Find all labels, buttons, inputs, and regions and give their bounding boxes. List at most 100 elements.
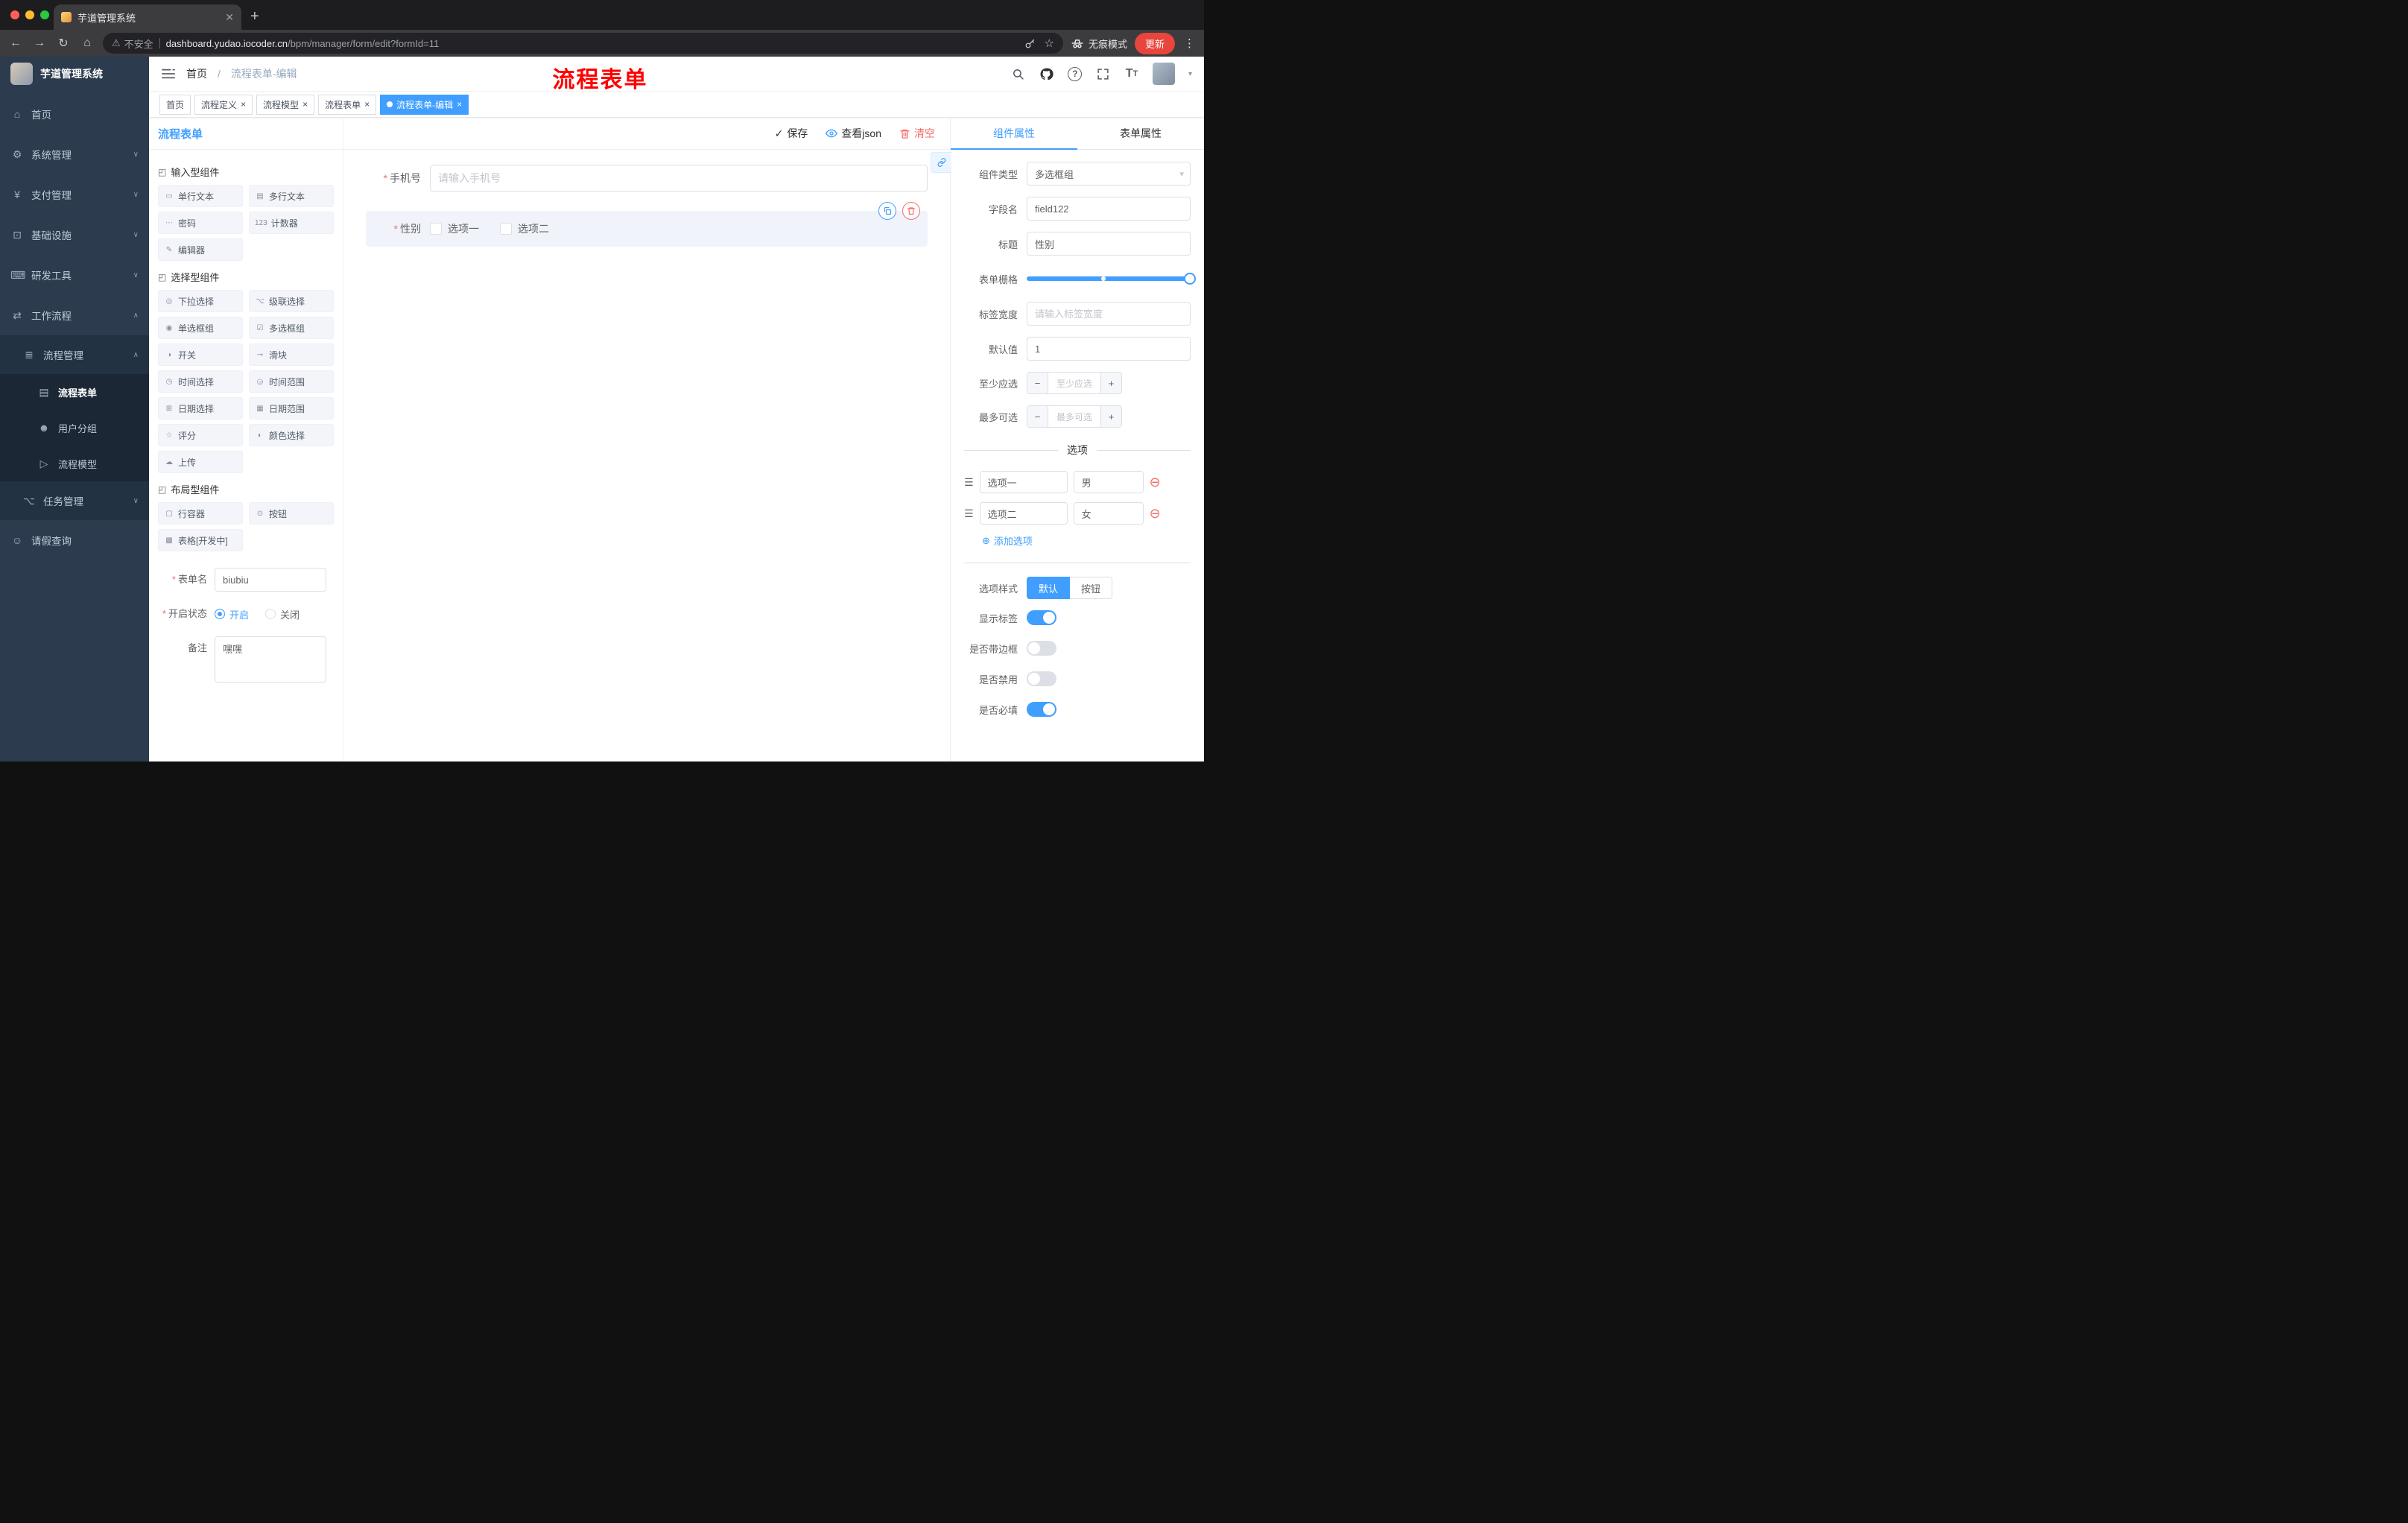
sidebar-logo[interactable]: 芋道管理系统 bbox=[0, 57, 149, 91]
component-chip[interactable]: ⋯ 密码 bbox=[158, 212, 243, 234]
forward-icon[interactable]: → bbox=[31, 37, 48, 50]
option-style-button[interactable]: 按钮 bbox=[1070, 577, 1113, 599]
update-button[interactable]: 更新 bbox=[1134, 32, 1175, 54]
password-key-icon[interactable] bbox=[1024, 38, 1036, 49]
tag[interactable]: 流程模型 × bbox=[256, 94, 315, 115]
checkbox-option[interactable]: 选项二 bbox=[500, 221, 549, 236]
remove-option-icon[interactable]: ⊖ bbox=[1150, 475, 1161, 489]
decrease-button[interactable]: − bbox=[1027, 406, 1048, 427]
form-remark-textarea[interactable]: 嘿嘿 bbox=[215, 636, 326, 683]
component-chip[interactable]: ◐ 颜色选择 bbox=[249, 424, 334, 446]
decrease-button[interactable]: − bbox=[1027, 373, 1048, 393]
tab-component-props[interactable]: 组件属性 bbox=[951, 118, 1077, 150]
sidebar-item[interactable]: ≣ 流程管理 ∧ bbox=[0, 335, 149, 374]
clear-button[interactable]: 清空 bbox=[899, 126, 935, 141]
option-value-input[interactable] bbox=[1073, 502, 1144, 525]
component-chip[interactable]: ◎ 下拉选择 bbox=[158, 290, 243, 312]
toggle-switch[interactable] bbox=[1027, 610, 1056, 625]
sidebar-item[interactable]: ▤ 流程表单 bbox=[0, 374, 149, 410]
component-chip[interactable]: ⊞ 日期选择 bbox=[158, 397, 243, 419]
label-width-input[interactable] bbox=[1027, 302, 1191, 326]
browser-menu-icon[interactable]: ⋮ bbox=[1182, 37, 1197, 50]
option-label-input[interactable] bbox=[979, 471, 1068, 493]
component-chip[interactable]: 123 计数器 bbox=[249, 212, 334, 234]
reload-icon[interactable]: ↻ bbox=[55, 36, 72, 51]
new-tab-button[interactable]: + bbox=[250, 8, 259, 30]
component-chip[interactable]: ◷ 时间选择 bbox=[158, 370, 243, 393]
phone-input[interactable] bbox=[430, 165, 928, 191]
fullscreen-icon[interactable] bbox=[1096, 66, 1111, 81]
github-icon[interactable] bbox=[1039, 66, 1054, 81]
component-chip[interactable]: ◶ 时间范围 bbox=[249, 370, 334, 393]
drawing-board[interactable]: 手机号 性别 选项一 bbox=[343, 150, 950, 762]
increase-button[interactable]: + bbox=[1100, 373, 1121, 393]
tag-close-icon[interactable]: × bbox=[457, 100, 462, 109]
tag-close-icon[interactable]: × bbox=[364, 100, 370, 109]
grid-slider[interactable] bbox=[1027, 267, 1196, 291]
address-bar[interactable]: ⚠ 不安全 dashboard.yudao.iocoder.cn/bpm/man… bbox=[103, 33, 1063, 54]
component-chip[interactable]: ☑ 多选框组 bbox=[249, 317, 334, 339]
component-chip[interactable]: ⌥ 级联选择 bbox=[249, 290, 334, 312]
status-radio-off[interactable]: 关闭 bbox=[265, 607, 300, 621]
phone-field-row[interactable]: 手机号 bbox=[366, 165, 928, 191]
font-size-icon[interactable]: TT bbox=[1124, 66, 1139, 81]
sidebar-item[interactable]: ⌨ 研发工具 ∨ bbox=[0, 255, 149, 295]
home-icon[interactable]: ⌂ bbox=[79, 37, 95, 50]
sidebar-item[interactable]: ⚙ 系统管理 ∨ bbox=[0, 134, 149, 174]
slider-handle[interactable] bbox=[1184, 273, 1196, 285]
sidebar-item[interactable]: ▷ 流程模型 bbox=[0, 446, 149, 481]
component-type-value[interactable] bbox=[1027, 162, 1191, 186]
drag-handle-icon[interactable]: ☰ bbox=[964, 507, 974, 520]
title-input[interactable] bbox=[1027, 232, 1191, 256]
avatar-caret-icon[interactable]: ▾ bbox=[1188, 70, 1192, 78]
component-chip[interactable]: ⊙ 按钮 bbox=[249, 502, 334, 525]
form-name-input[interactable] bbox=[215, 568, 326, 592]
view-json-button[interactable]: 查看json bbox=[826, 126, 881, 141]
remove-option-icon[interactable]: ⊖ bbox=[1150, 507, 1161, 520]
copy-component-button[interactable] bbox=[878, 202, 896, 220]
component-chip[interactable]: ▤ 多行文本 bbox=[249, 185, 334, 207]
tag[interactable]: 流程定义 × bbox=[194, 94, 253, 115]
sidebar-item[interactable]: ¥ 支付管理 ∨ bbox=[0, 174, 149, 215]
user-avatar[interactable] bbox=[1152, 63, 1175, 85]
zoom-window-button[interactable] bbox=[40, 10, 49, 19]
option-label-input[interactable] bbox=[979, 502, 1068, 525]
browser-tab[interactable]: 芋道管理系统 ✕ bbox=[54, 4, 241, 30]
component-chip[interactable]: ◑ 开关 bbox=[158, 343, 243, 366]
default-value-input[interactable] bbox=[1027, 337, 1191, 361]
tab-close-icon[interactable]: ✕ bbox=[225, 11, 234, 24]
sidebar-item[interactable]: ⌂ 首页 bbox=[0, 94, 149, 134]
gender-field-row-selected[interactable]: 性别 选项一 bbox=[366, 202, 928, 247]
component-chip[interactable]: ✎ 编辑器 bbox=[158, 238, 243, 261]
toggle-switch[interactable] bbox=[1027, 671, 1056, 686]
min-select-placeholder[interactable]: 至少应选 bbox=[1048, 373, 1100, 393]
option-style-default[interactable]: 默认 bbox=[1027, 577, 1071, 599]
toggle-switch[interactable] bbox=[1027, 702, 1056, 717]
sidebar-item[interactable]: ⊡ 基础设施 ∨ bbox=[0, 215, 149, 255]
sidebar-item[interactable]: ⌥ 任务管理 ∨ bbox=[0, 481, 149, 520]
minimize-window-button[interactable] bbox=[25, 10, 34, 19]
delete-component-button[interactable] bbox=[902, 202, 920, 220]
component-chip[interactable]: ▩ 表格[开发中] bbox=[158, 529, 243, 551]
checkbox-option[interactable]: 选项一 bbox=[430, 221, 479, 236]
sidebar-item[interactable]: ☺ 请假查询 bbox=[0, 520, 149, 560]
component-chip[interactable]: ◉ 单选框组 bbox=[158, 317, 243, 339]
max-select-placeholder[interactable]: 最多可选 bbox=[1048, 406, 1100, 427]
link-icon[interactable] bbox=[931, 152, 951, 173]
add-option-button[interactable]: ⊕ 添加选项 bbox=[982, 533, 1191, 548]
help-icon[interactable]: ? bbox=[1068, 66, 1083, 81]
option-value-input[interactable] bbox=[1073, 471, 1144, 493]
tag[interactable]: 首页 bbox=[159, 94, 191, 115]
bookmark-star-icon[interactable]: ☆ bbox=[1045, 37, 1054, 50]
tag[interactable]: 流程表单-编辑 × bbox=[380, 94, 469, 115]
component-chip[interactable]: ⊸ 滑块 bbox=[249, 343, 334, 366]
component-chip[interactable]: ▭ 单行文本 bbox=[158, 185, 243, 207]
status-radio-on[interactable]: 开启 bbox=[215, 607, 249, 621]
tag-close-icon[interactable]: × bbox=[302, 100, 308, 109]
back-icon[interactable]: ← bbox=[7, 37, 24, 50]
component-chip[interactable]: ☆ 评分 bbox=[158, 424, 243, 446]
close-window-button[interactable] bbox=[10, 10, 19, 19]
component-chip[interactable]: ▦ 日期范围 bbox=[249, 397, 334, 419]
component-type-select[interactable]: ▾ bbox=[1027, 162, 1191, 186]
save-button[interactable]: ✓ 保存 bbox=[775, 126, 808, 141]
